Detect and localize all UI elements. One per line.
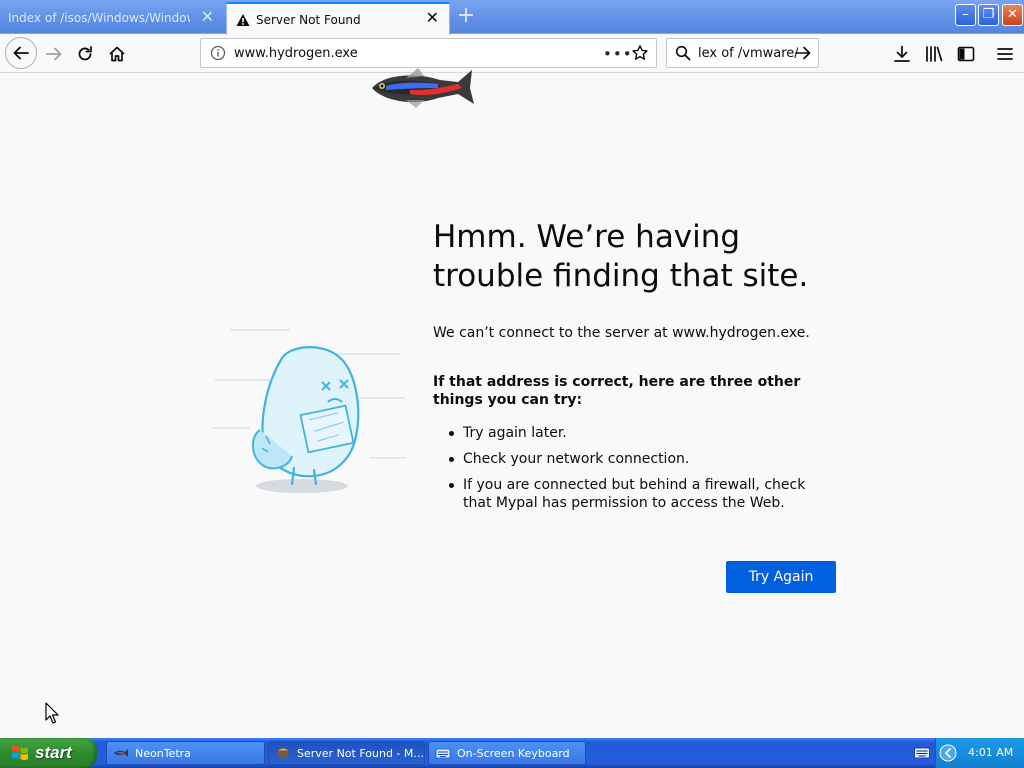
hamburger-menu-icon[interactable] <box>995 44 1015 64</box>
close-window-button[interactable]: ✕ <box>1002 4 1023 26</box>
close-tab-icon[interactable]: ✕ <box>201 9 214 25</box>
browser-app-icon <box>277 747 289 759</box>
minimize-button[interactable]: – <box>955 4 976 26</box>
reload-icon <box>78 46 92 61</box>
tab-title: Server Not Found <box>256 12 361 27</box>
navigation-toolbar: www.hydrogen.exe ••• lex of /vmware/ <box>0 35 1024 73</box>
home-button[interactable] <box>102 39 132 69</box>
back-arrow-icon <box>13 46 29 60</box>
mouse-cursor-icon <box>45 702 59 724</box>
tip-item: Try again later. <box>433 424 833 442</box>
show-hidden-icons-chevron-icon[interactable] <box>939 744 957 762</box>
windows-logo-icon <box>12 745 28 761</box>
forward-arrow-icon <box>46 47 62 61</box>
new-tab-button[interactable]: + <box>455 4 477 30</box>
taskbar-item-browser[interactable]: Server Not Found - M... <box>268 741 425 765</box>
taskbar-item-on-screen-keyboard[interactable]: On-Screen Keyboard <box>428 741 586 765</box>
tip-item: Check your network connection. <box>433 450 833 468</box>
reload-button[interactable] <box>70 39 100 69</box>
warning-icon <box>236 13 250 26</box>
search-input[interactable]: lex of /vmware/ <box>698 46 798 61</box>
page-actions-menu-icon[interactable]: ••• <box>603 45 633 63</box>
home-icon <box>109 46 125 62</box>
info-icon[interactable] <box>210 45 226 61</box>
tip-item: If you are connected but behind a firewa… <box>433 476 833 512</box>
url-text[interactable]: www.hydrogen.exe <box>234 46 358 61</box>
taskbar-item-label: On-Screen Keyboard <box>457 746 570 760</box>
sidebar-icon[interactable] <box>956 44 976 64</box>
taskbar-item-label: Server Not Found - M... <box>297 746 424 760</box>
forward-button[interactable] <box>39 39 69 69</box>
keyboard-tray-icon[interactable] <box>914 747 930 759</box>
lost-creature-illustration <box>212 329 406 493</box>
error-description: We can’t connect to the server at www.hy… <box>433 325 810 341</box>
tab-title: Index of /isos/Windows/Windows_Vist <box>8 11 190 25</box>
tips-list: Try again later. Check your network conn… <box>433 424 833 520</box>
error-title: Hmm. We’re having trouble finding that s… <box>433 219 809 294</box>
taskbar-item-label: NeonTetra <box>135 746 191 760</box>
neon-tetra-fish-icon[interactable] <box>366 62 478 114</box>
start-label: start <box>35 743 72 762</box>
maximize-button[interactable]: ❐ <box>978 4 999 26</box>
tab-index-of-isos[interactable]: Index of /isos/Windows/Windows_Vist ✕ <box>0 2 224 34</box>
bookmark-star-icon[interactable] <box>631 44 649 62</box>
keyboard-app-icon <box>435 748 451 759</box>
tab-server-not-found[interactable]: Server Not Found ✕ <box>226 2 450 35</box>
search-icon <box>675 45 691 61</box>
tab-strip: Index of /isos/Windows/Windows_Vist ✕ Se… <box>0 0 1024 35</box>
search-go-arrow-icon[interactable] <box>794 44 812 62</box>
fish-app-icon <box>114 749 128 757</box>
search-bar[interactable]: lex of /vmware/ <box>666 38 819 68</box>
taskbar-item-neontetra[interactable]: NeonTetra <box>106 741 265 765</box>
try-again-button[interactable]: Try Again <box>726 561 836 593</box>
start-button[interactable]: start <box>0 738 97 768</box>
tips-heading: If that address is correct, here are thr… <box>433 374 801 408</box>
downloads-icon[interactable] <box>892 44 912 64</box>
clock[interactable]: 4:01 AM <box>968 746 1013 759</box>
library-icon[interactable] <box>924 44 944 64</box>
taskbar: start NeonTetra Server Not Found - M... … <box>0 738 1024 768</box>
back-button[interactable] <box>5 37 37 69</box>
close-tab-icon[interactable]: ✕ <box>426 10 439 26</box>
